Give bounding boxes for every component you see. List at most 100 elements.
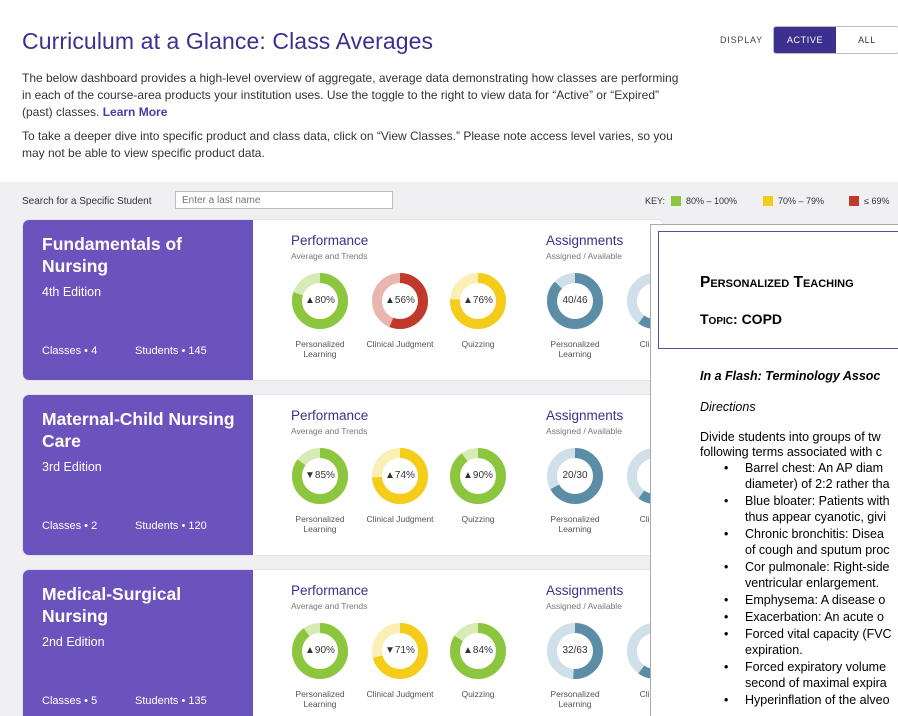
doc-term-list: Barrel chest: An AP diam diameter) of 2:2… [700,460,898,708]
performance-heading: Performance [291,408,369,423]
performance-label: Personalized Learning [295,339,345,359]
doc-para-line-2: following terms associated with c [700,445,883,459]
doc-term-line: Blue bloater: Patients with [745,494,890,508]
doc-term-line: Exacerbation: An acute o [745,610,884,624]
assignment-label: Personalized Learning [550,339,600,359]
performance-subheading: Average and Trends [291,601,368,611]
key-item-green: 80% – 100% [671,196,737,206]
assignments-heading: Assignments [546,233,624,248]
product-edition: 2nd Edition [42,635,105,649]
dashboard-screen: Curriculum at a Glance: Class Averages T… [0,0,898,716]
performance-heading: Performance [291,233,369,248]
performance-subheading: Average and Trends [291,426,368,436]
product-panel: Maternal-Child Nursing Care 3rd Edition Cl… [23,395,253,555]
assignments-subheading: Assigned / Available [546,601,622,611]
product-panel: Medical-Surgical Nursing 2nd Edition Class… [23,570,253,716]
performance-label: Quizzing [461,689,495,699]
student-count: Students • 135 [135,695,207,707]
class-count: Classes • 5 [42,695,98,707]
assignments-subheading: Assigned / Available [546,251,622,261]
doc-para-line-1: Divide students into groups of tw [700,430,881,444]
product-edition: 4th Edition [42,285,102,299]
performance-label: Clinical Judgment [366,689,434,699]
performance-value: ▲56% [385,295,415,306]
doc-term-item: Emphysema: A disease o [724,592,898,608]
doc-term-line: diameter) of 2:2 rather tha [745,477,890,491]
doc-term-line: thus appear cyanotic, givi [745,510,887,524]
display-label: DISPLAY [720,35,763,45]
assignments-subheading: Assigned / Available [546,426,622,436]
student-count: Students • 120 [135,520,207,532]
intro-text: The below dashboard provides a high-leve… [22,70,682,121]
toggle-active-button[interactable]: ACTIVE [774,27,836,53]
performance-label: Personalized Learning [295,514,345,534]
product-card[interactable]: Maternal-Child Nursing Care 3rd Edition Cl… [23,395,663,555]
key-item-red: ≤ 69% [849,196,889,206]
performance-value: ▲74% [385,470,415,481]
doc-term-item: Cor pulmonale: Right-side ventricular enl… [724,559,898,591]
performance-value: ▼71% [385,645,415,656]
red-swatch [849,196,859,206]
student-count: Students • 145 [135,345,207,357]
performance-value: ▲84% [463,645,493,656]
intro-text-2: To take a deeper dive into specific prod… [22,129,673,160]
search-label: Search for a Specific Student [22,196,152,207]
doc-term-line: Barrel chest: An AP diam [745,461,884,475]
performance-value: ▲76% [463,295,493,306]
key-item-yellow: 70% – 79% [763,196,824,206]
doc-term-line: Hyperinflation of the alveo [745,693,890,707]
doc-subtitle: In a Flash: Terminology Assoc [700,369,881,383]
key-label-green: 80% – 100% [686,196,738,206]
doc-header-box: Personalized Teaching Topic: COPD [658,231,898,349]
product-edition: 3rd Edition [42,460,102,474]
doc-term-line: of cough and sputum proc [745,543,890,557]
doc-paragraph: Divide students into groups of tw follow… [700,430,898,460]
green-swatch [671,196,681,206]
performance-label: Clinical Judgment [366,514,434,524]
doc-title: Personalized Teaching [700,274,854,291]
performance-value: ▲90% [463,470,493,481]
doc-topic-value: COPD [741,311,783,327]
performance-value: ▼85% [305,470,335,481]
assignments-heading: Assignments [546,408,624,423]
product-card[interactable]: Fundamentals of Nursing 4th Edition Classe… [23,220,663,380]
doc-term-line: expiration. [745,643,803,657]
performance-label: Quizzing [461,339,495,349]
doc-body: In a Flash: Terminology Assoc Directions… [700,369,898,709]
performance-value: ▲90% [305,645,335,656]
doc-term-line: second of maximal expira [745,676,887,690]
doc-topic: Topic: COPD [700,311,782,327]
yellow-swatch [763,196,773,206]
header-region: Curriculum at a Glance: Class Averages T… [0,0,898,182]
performance-value: ▲80% [305,295,335,306]
doc-term-item: Hyperinflation of the alveo [724,692,898,708]
class-count: Classes • 2 [42,520,98,532]
personalized-teaching-document: Personalized Teaching Topic: COPD In a F… [650,224,898,716]
product-card[interactable]: Medical-Surgical Nursing 2nd Edition Class… [23,570,663,716]
key-label-yellow: 70% – 79% [778,196,825,206]
doc-directions: Directions [700,400,756,414]
doc-term-item: Chronic bronchitis: Disea of cough and sp… [724,526,898,558]
class-count: Classes • 4 [42,345,98,357]
student-search-input[interactable] [175,191,393,209]
performance-subheading: Average and Trends [291,251,368,261]
toggle-all-button[interactable]: ALL [836,27,898,53]
doc-term-line: Forced vital capacity (FVC [745,627,892,641]
doc-topic-label: Topic: [700,311,738,327]
performance-heading: Performance [291,583,369,598]
doc-term-line: Forced expiratory volume [745,660,887,674]
key-label: KEY: [645,196,666,206]
doc-term-line: Chronic bronchitis: Disea [745,527,884,541]
doc-term-line: ventricular enlargement. [745,576,880,590]
assignment-value: 40/46 [562,295,588,306]
display-toggle: ACTIVE ALL [773,26,898,54]
assignments-heading: Assignments [546,583,624,598]
doc-term-item: Blue bloater: Patients with thus appear c… [724,493,898,525]
assignment-label: Personalized Learning [550,514,600,534]
product-panel: Fundamentals of Nursing 4th Edition Classe… [23,220,253,380]
assignment-value: 32/63 [562,645,588,656]
product-name: Fundamentals of Nursing [42,234,183,276]
doc-term-item: Forced vital capacity (FVC expiration. [724,626,898,658]
learn-more-link[interactable]: Learn More [103,105,168,119]
doc-term-line: Emphysema: A disease o [745,593,886,607]
